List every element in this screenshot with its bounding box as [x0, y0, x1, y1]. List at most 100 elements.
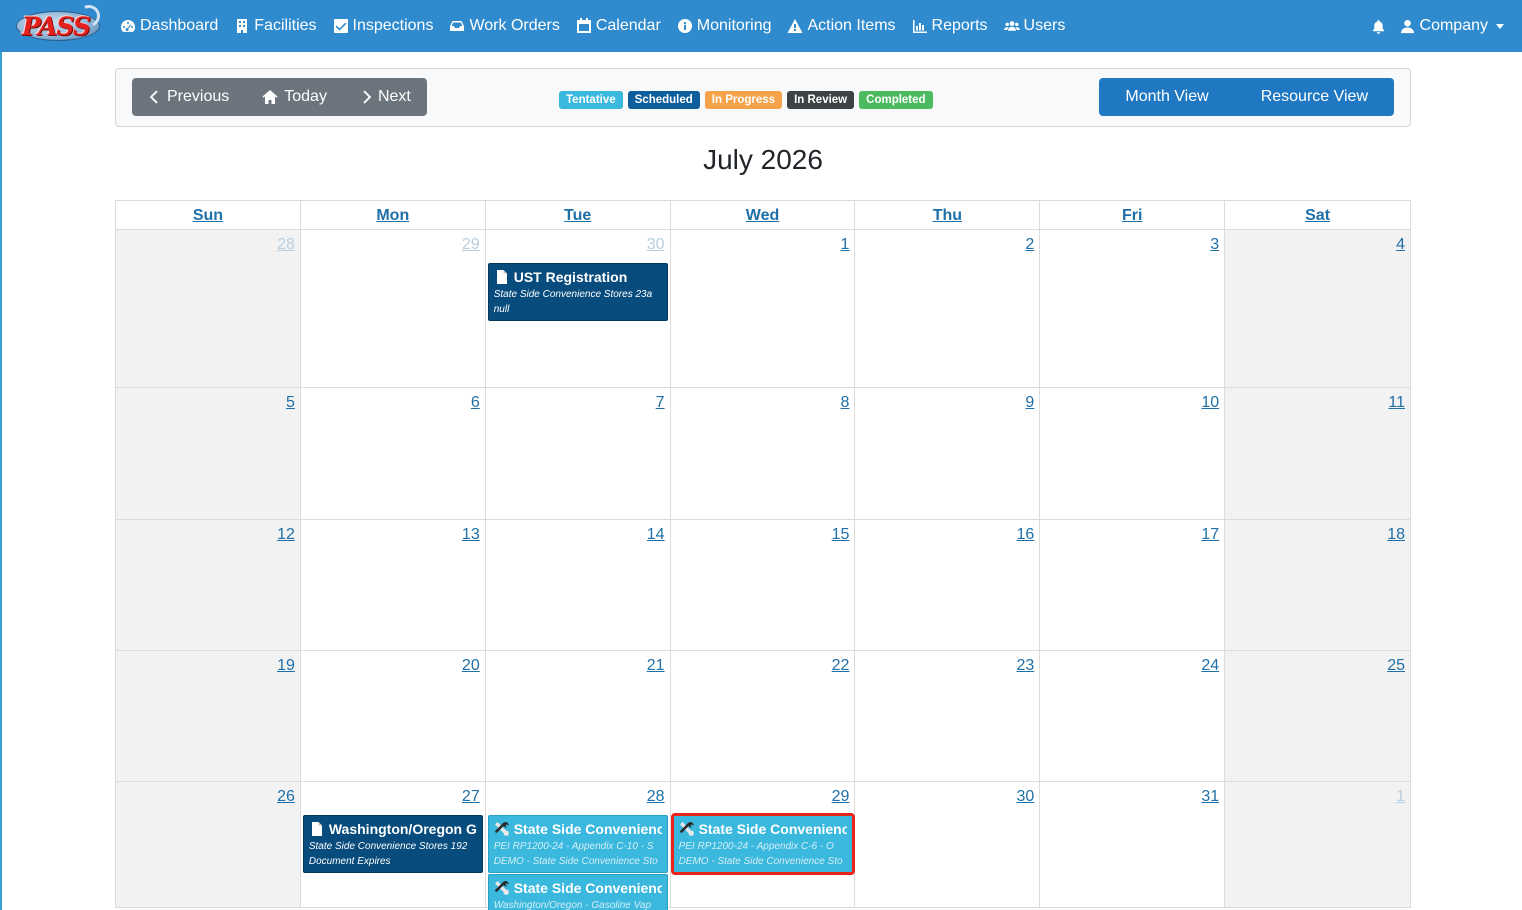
nav-facilities[interactable]: Facilities	[234, 17, 317, 35]
day-number[interactable]: 30	[647, 236, 665, 254]
weekday-sat[interactable]: Sat	[1225, 201, 1412, 230]
day-number[interactable]: 1	[1396, 788, 1405, 806]
day-number[interactable]: 4	[1396, 236, 1405, 254]
calendar-event-selected[interactable]: State Side Convenienc PEI RP1200-24 - App…	[670, 813, 855, 875]
day-number[interactable]: 29	[462, 236, 480, 254]
day-cell[interactable]: 20	[300, 651, 486, 781]
day-cell[interactable]: 3	[1040, 230, 1226, 387]
day-number[interactable]: 20	[462, 657, 480, 675]
day-cell[interactable]: 6	[300, 388, 486, 519]
day-cell[interactable]: 25	[1225, 651, 1412, 781]
day-number[interactable]: 6	[471, 394, 480, 412]
day-number[interactable]: 14	[647, 526, 665, 544]
pass-logo[interactable]: PASS	[14, 1, 104, 44]
day-cell[interactable]: 24	[1040, 651, 1226, 781]
nav-action-items[interactable]: Action Items	[787, 17, 896, 35]
day-cell[interactable]: 29 State Side Convenienc PEI RP1200-24 - A…	[670, 782, 856, 907]
day-number[interactable]: 30	[1017, 788, 1035, 806]
day-cell[interactable]: 11	[1225, 388, 1412, 519]
day-number[interactable]: 21	[647, 657, 665, 675]
calendar-event[interactable]: UST Registration State Side Convenience S…	[487, 263, 668, 321]
weekday-sun[interactable]: Sun	[116, 201, 301, 230]
nav-calendar[interactable]: Calendar	[576, 17, 661, 35]
day-number[interactable]: 9	[1025, 394, 1034, 412]
calendar-event[interactable]: State Side Convenienc Washington/Oregon -…	[487, 874, 668, 910]
day-cell[interactable]: 4	[1225, 230, 1412, 387]
day-cell[interactable]: 26	[116, 782, 301, 907]
day-number[interactable]: 22	[832, 657, 850, 675]
day-number[interactable]: 28	[277, 236, 295, 254]
day-cell[interactable]: 9	[855, 388, 1041, 519]
day-number[interactable]: 3	[1210, 236, 1219, 254]
day-cell[interactable]: 5	[116, 388, 301, 519]
day-cell[interactable]: 21	[485, 651, 671, 781]
nav-users[interactable]: Users	[1003, 17, 1065, 35]
day-number[interactable]: 17	[1201, 526, 1219, 544]
day-number[interactable]: 1	[841, 236, 850, 254]
day-number[interactable]: 18	[1387, 526, 1405, 544]
day-number[interactable]: 13	[462, 526, 480, 544]
previous-button[interactable]: Previous	[132, 78, 245, 116]
day-cell[interactable]: 12	[116, 520, 301, 650]
weekday-tue[interactable]: Tue	[486, 201, 671, 230]
day-cell[interactable]: 18	[1225, 520, 1412, 650]
weekday-thu[interactable]: Thu	[855, 201, 1041, 230]
day-number[interactable]: 19	[277, 657, 295, 675]
day-number[interactable]: 28	[647, 788, 665, 806]
calendar-event[interactable]: State Side Convenienc PEI RP1200-24 - App…	[487, 815, 668, 873]
day-number[interactable]: 25	[1387, 657, 1405, 675]
month-view-button[interactable]: Month View	[1099, 78, 1234, 116]
day-cell[interactable]: 30	[855, 782, 1041, 907]
day-cell[interactable]: 2	[855, 230, 1041, 387]
weekday-mon[interactable]: Mon	[301, 201, 486, 230]
day-cell[interactable]: 15	[670, 520, 856, 650]
day-cell[interactable]: 8	[670, 388, 856, 519]
next-button[interactable]: Next	[343, 78, 427, 116]
day-number[interactable]: 11	[1388, 394, 1405, 412]
nav-monitoring[interactable]: Monitoring	[677, 17, 771, 35]
today-button[interactable]: Today	[245, 78, 343, 116]
weekday-fri[interactable]: Fri	[1040, 201, 1226, 230]
day-cell[interactable]: 23	[855, 651, 1041, 781]
day-number[interactable]: 26	[277, 788, 295, 806]
nav-inspections[interactable]: Inspections	[333, 17, 433, 35]
resource-view-button[interactable]: Resource View	[1235, 78, 1394, 116]
day-cell[interactable]: 14	[485, 520, 671, 650]
day-number[interactable]: 7	[656, 394, 665, 412]
day-number[interactable]: 12	[277, 526, 295, 544]
notifications-button[interactable]	[1371, 19, 1386, 34]
nav-dashboard[interactable]: Dashboard	[120, 17, 218, 35]
day-cell[interactable]: 1	[670, 230, 856, 387]
day-number[interactable]: 15	[832, 526, 850, 544]
day-cell[interactable]: 1	[1225, 782, 1412, 907]
day-number[interactable]: 24	[1201, 657, 1219, 675]
day-number[interactable]: 29	[832, 788, 850, 806]
day-cell[interactable]: 16	[855, 520, 1041, 650]
nav-reports[interactable]: Reports	[912, 17, 988, 35]
day-cell[interactable]: 28	[116, 230, 301, 387]
day-cell[interactable]: 7	[485, 388, 671, 519]
day-number[interactable]: 8	[841, 394, 850, 412]
day-number[interactable]: 16	[1017, 526, 1035, 544]
day-number[interactable]: 5	[286, 394, 295, 412]
day-number[interactable]: 31	[1201, 788, 1219, 806]
day-cell[interactable]: 22	[670, 651, 856, 781]
day-cell[interactable]: 30 UST Registration State Side Convenience…	[485, 230, 671, 387]
chevron-right-icon	[363, 90, 372, 104]
day-number[interactable]: 27	[462, 788, 480, 806]
day-cell[interactable]: 31	[1040, 782, 1226, 907]
day-cell[interactable]: 27 Washington/Oregon G State Side Convenie…	[300, 782, 486, 907]
day-number[interactable]: 23	[1017, 657, 1035, 675]
weekday-wed[interactable]: Wed	[671, 201, 856, 230]
day-cell[interactable]: 29	[300, 230, 486, 387]
company-dropdown[interactable]: Company	[1400, 17, 1504, 35]
day-cell[interactable]: 13	[300, 520, 486, 650]
day-number[interactable]: 2	[1025, 236, 1034, 254]
day-cell[interactable]: 19	[116, 651, 301, 781]
nav-work-orders[interactable]: Work Orders	[449, 17, 560, 35]
day-cell[interactable]: 17	[1040, 520, 1226, 650]
day-cell[interactable]: 10	[1040, 388, 1226, 519]
calendar-event[interactable]: Washington/Oregon G State Side Convenienc…	[302, 815, 483, 873]
day-cell[interactable]: 28 State Side Convenienc PEI RP1200-24 - A…	[485, 782, 671, 910]
day-number[interactable]: 10	[1201, 394, 1219, 412]
